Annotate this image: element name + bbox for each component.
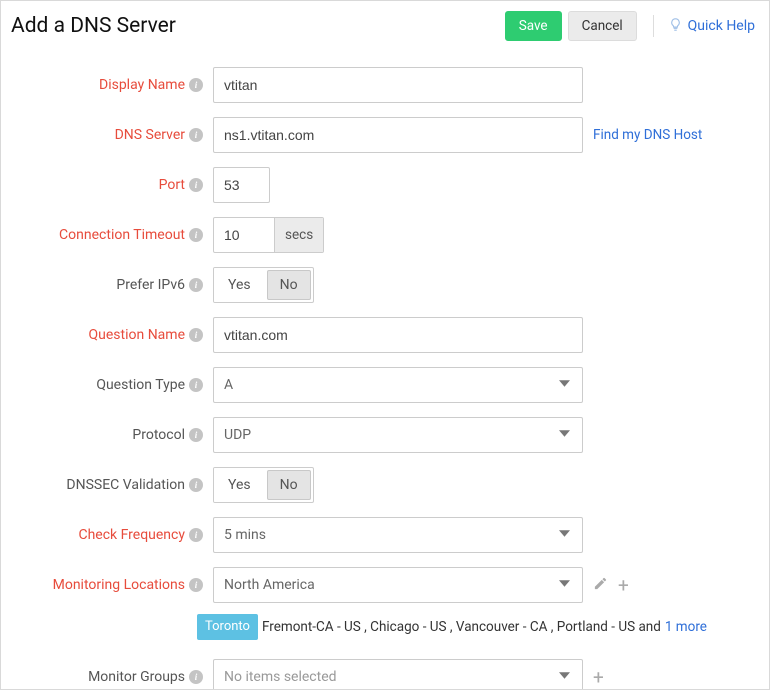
question-name-label: Question Name [89, 327, 185, 343]
timeout-unit: secs [274, 218, 323, 252]
cancel-button[interactable]: Cancel [568, 11, 637, 41]
timeout-input-group: secs [213, 217, 324, 253]
monitor-groups-select[interactable]: No items selected [213, 659, 583, 690]
protocol-label: Protocol [132, 427, 185, 443]
dns-server-label: DNS Server [115, 127, 185, 143]
locations-more-link[interactable]: 1 more [665, 616, 707, 639]
prefer-ipv6-label: Prefer IPv6 [116, 277, 185, 293]
bulb-icon [668, 17, 683, 36]
connection-timeout-label: Connection Timeout [59, 227, 185, 243]
location-tags: Toronto Fremont-CA - US , Chicago - US ,… [197, 614, 757, 640]
dnssec-yes[interactable]: Yes [214, 468, 265, 502]
dnssec-label: DNSSEC Validation [66, 477, 185, 493]
timeout-input[interactable] [214, 218, 274, 252]
check-frequency-select[interactable]: 5 mins [213, 517, 583, 553]
add-icon[interactable]: + [618, 576, 629, 595]
prefer-ipv6-yes[interactable]: Yes [214, 268, 265, 302]
port-input[interactable] [213, 167, 270, 203]
info-icon[interactable]: i [189, 278, 203, 292]
save-button[interactable]: Save [505, 11, 562, 41]
info-icon[interactable]: i [189, 428, 203, 442]
question-name-input[interactable] [213, 317, 583, 353]
header-actions: Save Cancel Quick Help [505, 11, 755, 41]
question-type-label: Question Type [96, 377, 185, 393]
info-icon[interactable]: i [189, 78, 203, 92]
divider [653, 15, 654, 37]
prefer-ipv6-no[interactable]: No [267, 270, 311, 300]
dnssec-no[interactable]: No [267, 470, 311, 500]
dialog-add-dns-server: Add a DNS Server Save Cancel Quick Help … [0, 0, 770, 690]
prefer-ipv6-toggle: Yes No [213, 267, 314, 303]
chevron-down-icon [559, 577, 570, 593]
monitoring-locations-select[interactable]: North America [213, 567, 583, 603]
monitor-groups-value: No items selected [224, 669, 337, 685]
quick-help-label: Quick Help [688, 18, 755, 34]
info-icon[interactable]: i [189, 578, 203, 592]
question-type-select[interactable]: A [213, 367, 583, 403]
chevron-down-icon [559, 427, 570, 443]
port-label: Port [159, 177, 185, 193]
add-icon[interactable]: + [593, 668, 604, 687]
info-icon[interactable]: i [189, 178, 203, 192]
chevron-down-icon [559, 669, 570, 685]
edit-icon[interactable] [593, 576, 608, 595]
monitoring-locations-value: North America [224, 577, 315, 593]
info-icon[interactable]: i [189, 528, 203, 542]
protocol-value: UDP [224, 427, 251, 443]
info-icon[interactable]: i [189, 328, 203, 342]
dnssec-toggle: Yes No [213, 467, 314, 503]
info-icon[interactable]: i [189, 378, 203, 392]
info-icon[interactable]: i [189, 478, 203, 492]
quick-help-link[interactable]: Quick Help [668, 17, 755, 36]
info-icon[interactable]: i [189, 228, 203, 242]
protocol-select[interactable]: UDP [213, 417, 583, 453]
display-name-input[interactable] [213, 67, 583, 103]
location-tags-rest: Fremont-CA - US , Chicago - US , Vancouv… [262, 616, 661, 639]
info-icon[interactable]: i [189, 670, 203, 684]
check-frequency-value: 5 mins [224, 527, 266, 543]
dns-server-input[interactable] [213, 117, 583, 153]
chevron-down-icon [559, 377, 570, 393]
display-name-label: Display Name [99, 77, 185, 93]
check-frequency-label: Check Frequency [78, 527, 185, 543]
chevron-down-icon [559, 527, 570, 543]
info-icon[interactable]: i [189, 128, 203, 142]
question-type-value: A [224, 377, 233, 393]
location-tag-primary[interactable]: Toronto [197, 614, 258, 640]
page-title: Add a DNS Server [11, 14, 505, 38]
dialog-header: Add a DNS Server Save Cancel Quick Help [1, 1, 769, 49]
find-dns-host-link[interactable]: Find my DNS Host [593, 127, 702, 143]
monitoring-locations-label: Monitoring Locations [53, 577, 185, 593]
monitor-groups-label: Monitor Groups [88, 669, 185, 685]
form-body: Display Name i DNS Server i Find my DNS … [1, 49, 769, 690]
